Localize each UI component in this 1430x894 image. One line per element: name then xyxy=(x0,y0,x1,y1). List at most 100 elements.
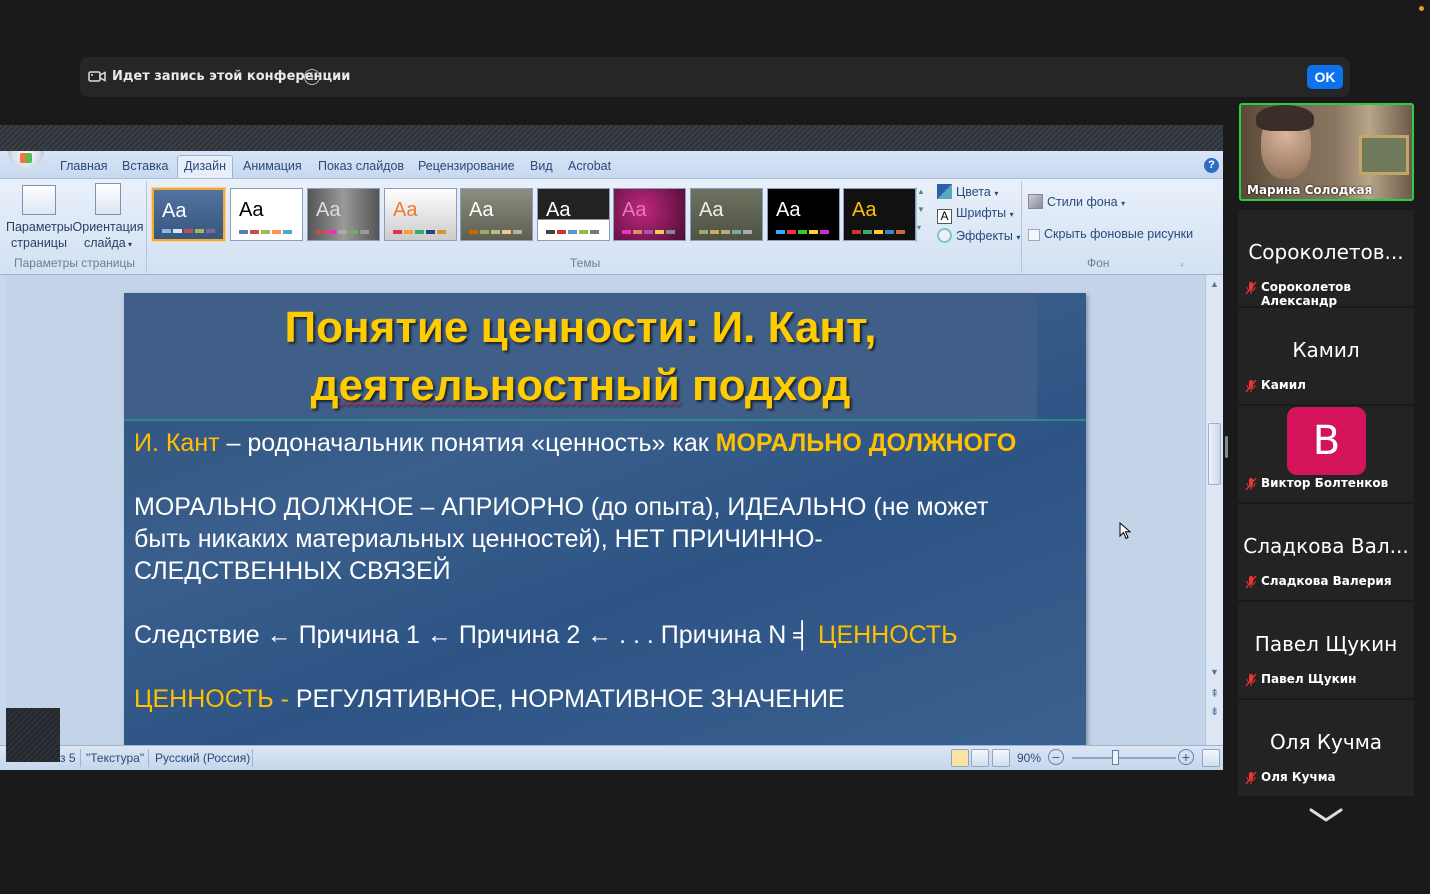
slide-title-rest: подход xyxy=(679,361,851,410)
page-setup-button[interactable]: Параметры страницы xyxy=(6,185,73,251)
slide-paragraph-1: И. Кант – родоначальник понятия «ценност… xyxy=(134,429,1017,457)
mic-muted-icon xyxy=(1245,673,1257,687)
slide-sorter-icon[interactable] xyxy=(971,749,989,767)
mic-muted-icon xyxy=(1245,771,1257,785)
slide-paragraph-3: Следствие ← Причина 1 ← Причина 2 ← . . … xyxy=(134,621,958,649)
mic-muted-icon xyxy=(1245,477,1257,491)
tab-insert[interactable]: Вставка xyxy=(122,159,168,173)
theme-9[interactable]: Aa xyxy=(767,188,840,241)
slide-title-divider xyxy=(124,419,1086,421)
background-group-label: Фон xyxy=(1087,256,1110,270)
dialog-launcher-icon[interactable]: ⌟ xyxy=(1180,258,1184,267)
slide-paragraph-2: МОРАЛЬНО ДОЛЖНОЕ – АПРИОРНО (до опыта), … xyxy=(134,493,989,585)
zoom-out-icon[interactable]: − xyxy=(1048,749,1064,765)
video-tile-name: Марина Солодкая xyxy=(1247,183,1373,197)
hide-background-checkbox[interactable]: Скрыть фоновые рисунки xyxy=(1028,227,1193,241)
tab-design[interactable]: Дизайн xyxy=(177,155,234,178)
fonts-button[interactable]: A Шрифты ▾ xyxy=(937,206,1014,224)
mouse-cursor-icon xyxy=(1119,522,1131,540)
zoom-slider-knob[interactable] xyxy=(1112,750,1119,765)
orientation-button[interactable]: Ориентация слайда ▾ xyxy=(72,183,144,253)
recording-banner: Идет запись этой конференции i OK xyxy=(80,57,1350,97)
ribbon-design: Параметры страницы Ориентация слайда ▾ П… xyxy=(0,179,1223,275)
zoom-window: { "recording": {"text": "Идет запись это… xyxy=(0,0,1430,894)
theme-8[interactable]: Aa xyxy=(690,188,763,241)
participant-tile[interactable]: Павел Щукин Павел Щукин xyxy=(1238,602,1414,698)
theme-6[interactable]: Aa xyxy=(537,188,610,241)
slide-title: Понятие ценности: И. Кант, деятельностны… xyxy=(124,299,1037,415)
status-dot xyxy=(1419,6,1424,11)
colors-icon xyxy=(937,184,952,199)
status-bar: з 5 "Текстура" Русский (Россия) 90% − + xyxy=(0,745,1223,770)
theme-1[interactable]: Aa xyxy=(152,188,225,241)
page-setup-icon xyxy=(22,185,56,215)
background-styles-icon xyxy=(1028,194,1043,209)
recording-camera-icon xyxy=(88,71,106,82)
theme-4[interactable]: Aa xyxy=(384,188,457,241)
mic-muted-icon xyxy=(1245,575,1257,589)
window-titlebar xyxy=(0,125,1223,151)
page-setup-group-label: Параметры страницы xyxy=(14,256,135,270)
vertical-scrollbar[interactable]: ▲ ▼ ⇞ ⇟ xyxy=(1205,275,1223,745)
slide-title-underlined: деятельностный xyxy=(310,361,680,410)
theme-5[interactable]: Aa xyxy=(460,188,533,241)
help-icon[interactable]: ? xyxy=(1204,158,1219,173)
prev-slide-icon[interactable]: ⇞ xyxy=(1210,687,1219,700)
themes-scroll[interactable]: ▲ ▼ ▾ xyxy=(916,187,932,243)
ribbon-tabs: Главная Вставка Дизайн Анимация Показ сл… xyxy=(0,151,1223,179)
theme-7[interactable]: Aa xyxy=(613,188,686,241)
language[interactable]: Русский (Россия) xyxy=(155,751,250,765)
fonts-icon: A xyxy=(937,209,952,224)
slide-number: з 5 xyxy=(60,751,76,765)
info-icon[interactable]: i xyxy=(304,69,320,85)
scroll-up-icon[interactable]: ▲ xyxy=(1210,279,1219,289)
mic-muted-icon xyxy=(1245,281,1257,295)
fit-window-icon[interactable] xyxy=(1202,749,1220,767)
checkbox-icon xyxy=(1028,229,1040,241)
colors-button[interactable]: Цвета ▾ xyxy=(937,184,998,199)
panel-resize-handle[interactable] xyxy=(1225,436,1228,458)
theme-name: "Текстура" xyxy=(86,751,145,765)
themes-group-label: Темы xyxy=(570,256,601,270)
effects-icon xyxy=(937,228,952,243)
slide: Понятие ценности: И. Кант, деятельностны… xyxy=(124,293,1086,753)
video-tile-active-speaker[interactable]: Марина Солодкая xyxy=(1239,103,1414,201)
zoom-level[interactable]: 90% xyxy=(1017,751,1041,765)
ok-button[interactable]: OK xyxy=(1307,65,1343,89)
office-button[interactable] xyxy=(8,151,44,169)
participant-tile[interactable]: Сладкова Вал... Сладкова Валерия xyxy=(1238,504,1414,600)
separator xyxy=(1021,181,1022,273)
shared-screen: Главная Вставка Дизайн Анимация Показ сл… xyxy=(0,125,1223,770)
tab-review[interactable]: Рецензирование xyxy=(418,159,515,173)
participant-tile[interactable]: Камил Камил xyxy=(1238,308,1414,404)
slide-paragraph-4: ЦЕННОСТЬ - РЕГУЛЯТИВНОЕ, НОРМАТИВНОЕ ЗНА… xyxy=(134,685,845,713)
zoom-slider[interactable] xyxy=(1072,757,1176,759)
participant-tile[interactable]: Сороколетов... Сороколетов Александр xyxy=(1238,210,1414,308)
orientation-label: Ориентация слайда xyxy=(72,220,144,250)
orientation-icon xyxy=(95,183,121,215)
theme-3[interactable]: Aa xyxy=(307,188,380,241)
tab-animation[interactable]: Анимация xyxy=(243,159,302,173)
mic-muted-icon xyxy=(1245,379,1257,393)
background-styles-button[interactable]: Стили фона ▾ xyxy=(1028,194,1125,209)
separator xyxy=(146,181,147,273)
zoom-in-icon[interactable]: + xyxy=(1178,749,1194,765)
next-slide-icon[interactable]: ⇟ xyxy=(1210,705,1219,718)
tab-home[interactable]: Главная xyxy=(60,159,108,173)
scroll-thumb[interactable] xyxy=(1208,423,1221,485)
slide-editor[interactable]: Понятие ценности: И. Кант, деятельностны… xyxy=(6,275,1205,753)
self-view-thumbnail[interactable] xyxy=(6,708,60,762)
normal-view-icon[interactable] xyxy=(951,749,969,767)
chevron-down-icon[interactable] xyxy=(1309,806,1343,824)
theme-2[interactable]: Aa xyxy=(230,188,303,241)
slideshow-icon[interactable] xyxy=(992,749,1010,767)
participant-tile[interactable]: Оля Кучма Оля Кучма xyxy=(1238,700,1414,796)
page-setup-label: Параметры страницы xyxy=(6,220,73,250)
theme-10[interactable]: Aa xyxy=(843,188,916,241)
scroll-down-icon[interactable]: ▼ xyxy=(1210,667,1219,677)
tab-view[interactable]: Вид xyxy=(530,159,553,173)
tab-acrobat[interactable]: Acrobat xyxy=(568,159,611,173)
tab-slideshow[interactable]: Показ слайдов xyxy=(318,159,404,173)
slide-title-line1: Понятие ценности: И. Кант, xyxy=(284,303,877,352)
effects-button[interactable]: Эффекты ▾ xyxy=(937,228,1020,243)
